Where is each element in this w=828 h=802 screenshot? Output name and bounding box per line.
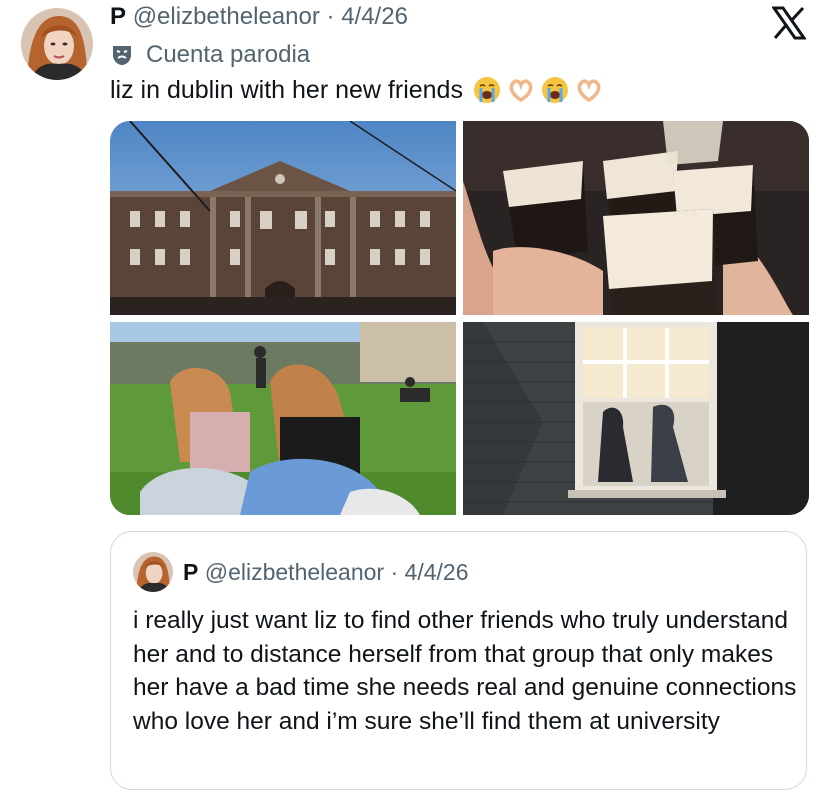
photo-pints-cheers[interactable]	[463, 121, 809, 315]
avatar-image	[21, 8, 93, 80]
photo-friends-on-lawn[interactable]	[110, 322, 456, 515]
loudly-crying-face-icon	[541, 77, 568, 103]
parody-mask-icon	[113, 46, 131, 65]
quoted-author-avatar[interactable]	[133, 552, 173, 592]
quoted-tweet-date[interactable]: 4/4/26	[405, 559, 469, 585]
tweet-text: liz in dublin with her new friends	[110, 74, 603, 106]
photo-trinity-college-building[interactable]	[110, 121, 456, 315]
quoted-header-separator: ·	[390, 559, 399, 585]
parody-label: Cuenta parodia	[110, 40, 310, 70]
avatar-image	[133, 552, 173, 592]
tweet-date[interactable]: 4/4/26	[341, 3, 408, 30]
heart-hands-icon	[509, 79, 533, 103]
quoted-tweet-header: P @elizbetheleanor · 4/4/26	[183, 557, 469, 587]
quoted-tweet[interactable]: P @elizbetheleanor · 4/4/26 i really jus…	[110, 531, 807, 790]
tweet-text-content: liz in dublin with her new friends	[110, 76, 463, 104]
author-name[interactable]: P	[110, 3, 126, 30]
heart-hands-icon	[577, 79, 601, 103]
x-logo-icon	[772, 6, 806, 40]
author-handle[interactable]: @elizbetheleanor	[133, 3, 320, 30]
quoted-tweet-text: i really just want liz to find other fri…	[133, 607, 797, 735]
photo-window-at-night[interactable]	[463, 322, 809, 515]
tweet-header: P @elizbetheleanor · 4/4/26	[110, 2, 408, 32]
parody-label-text: Cuenta parodia	[146, 41, 311, 68]
media-grid	[110, 121, 809, 515]
author-avatar[interactable]	[21, 8, 93, 80]
header-separator: ·	[326, 3, 335, 30]
quoted-author-handle[interactable]: @elizbetheleanor	[205, 559, 384, 585]
quoted-author-name[interactable]: P	[183, 559, 198, 585]
loudly-crying-face-icon	[473, 77, 500, 103]
